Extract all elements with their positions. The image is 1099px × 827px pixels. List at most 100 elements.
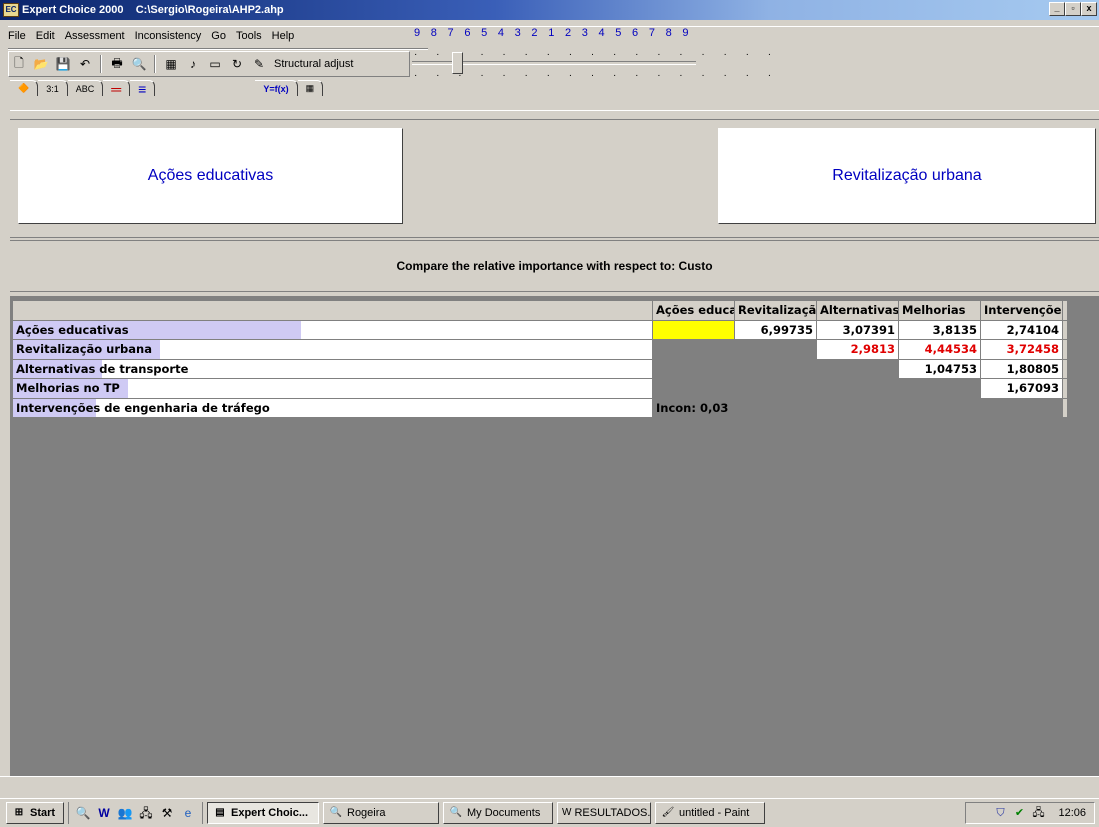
new-file-icon[interactable]: 🗋 — [10, 55, 28, 73]
window-title: Expert Choice 2000 C:\Sergio\Rogeira\AHP… — [22, 4, 284, 16]
taskbar-button-label: Expert Choic... — [231, 807, 309, 819]
matrix-row: Intervenções de engenharia de tráfego Inc… — [12, 397, 1068, 418]
taskbar-button-label: RESULTADOS.... — [574, 807, 651, 819]
taskbar-button-label: Rogeira — [347, 807, 386, 819]
menu-assessment[interactable]: Assessment — [65, 29, 125, 47]
clock[interactable]: 12:06 — [1058, 807, 1086, 819]
matrix-end-col — [1062, 300, 1068, 321]
matrix-cell-empty — [734, 378, 817, 399]
tab-graphical[interactable]: ═ — [103, 80, 131, 97]
save-icon[interactable]: 💾 — [54, 55, 72, 73]
tab-verbal[interactable]: ABC — [67, 80, 104, 96]
taskbar-button-paint[interactable]: 🖌 untitled - Paint — [655, 802, 765, 824]
close-button[interactable]: x — [1081, 2, 1097, 16]
matrix-cell[interactable]: 1,80805 — [980, 358, 1063, 379]
matrix-row-label[interactable]: Intervenções de engenharia de tráfego — [12, 397, 653, 418]
matrix-row-label[interactable]: Revitalização urbana — [12, 339, 653, 360]
window-controls: _ ▫ x — [1049, 2, 1097, 16]
word-icon[interactable]: W — [96, 805, 112, 821]
menu-bar: File Edit Assessment Inconsistency Go To… — [8, 29, 294, 47]
matrix-col-header[interactable]: Revitalização urbana — [734, 300, 817, 321]
comparison-scale: 9 8 7 6 5 4 3 2 1 2 3 4 5 6 7 8 9 — [414, 27, 693, 39]
antivirus-icon[interactable]: ⛉ — [993, 806, 1007, 820]
title-bar[interactable]: EC Expert Choice 2000 C:\Sergio\Rogeira\… — [0, 0, 1099, 20]
menu-file[interactable]: File — [8, 29, 26, 47]
matrix-cell[interactable]: 1,04753 — [898, 358, 981, 379]
matrix-cell[interactable]: 3,72458 — [980, 339, 1063, 360]
matrix-cell[interactable]: 2,74104 — [980, 319, 1063, 340]
comparison-panel: Ações educativas Revitalização urbana — [10, 120, 1099, 238]
left-element-box: Ações educativas — [18, 128, 403, 224]
taskbar-button-label: untitled - Paint — [679, 807, 750, 819]
maximize-button[interactable]: ▫ — [1065, 2, 1081, 16]
network-tray-icon[interactable]: 🖧 — [1031, 806, 1045, 820]
quick-launch: 🔍 W 👥 🖧 ⚒ e — [68, 802, 203, 824]
matrix-cell[interactable]: 1,67093 — [980, 378, 1063, 399]
matrix-row: Melhorias no TP 1,67093 — [12, 378, 1068, 399]
minimize-button[interactable]: _ — [1049, 2, 1065, 16]
network-icon[interactable]: 🖧 — [138, 805, 154, 821]
menu-go[interactable]: Go — [211, 29, 226, 47]
explorer-icon[interactable]: 🔍 — [75, 805, 91, 821]
matrix-cell[interactable]: 3,8135 — [898, 319, 981, 340]
open-folder-icon[interactable]: 📂 — [32, 55, 50, 73]
mode-tabs: 🔶 3:1 ABC ═ ≡ Y=f(x) ▦ — [10, 80, 324, 97]
matrix-cell[interactable]: 4,44534 — [898, 339, 981, 360]
menu-inconsistency[interactable]: Inconsistency — [135, 29, 202, 47]
respect-text: Compare the relative importance with res… — [396, 259, 713, 273]
matrix-col-header[interactable]: Alternativas de transporte — [816, 300, 899, 321]
status-strip — [0, 776, 1099, 790]
right-element-box: Revitalização urbana — [718, 128, 1096, 224]
toolbar: 🗋 📂 💾 ↶ 🖶 🔍 ▦ ♪ ▭ ↻ ✎ Structural adjust — [10, 53, 353, 75]
refresh-icon[interactable]: ↻ — [228, 55, 246, 73]
selected-matrix-cell[interactable] — [652, 319, 735, 340]
matrix-cell-empty — [652, 339, 735, 360]
tab-model-icon[interactable]: 🔶 — [10, 80, 39, 96]
expert-choice-icon: ▤ — [215, 807, 225, 818]
matrix-cell[interactable]: 2,9813 — [816, 339, 899, 360]
model-view-icon: 🔶 — [18, 83, 30, 93]
matrix-row-label[interactable]: Ações educativas — [12, 319, 653, 340]
note-icon[interactable]: ♪ — [184, 55, 202, 73]
word-doc-icon: W — [562, 807, 572, 818]
tab-questionnaire[interactable]: ≡ — [130, 80, 156, 97]
menu-help[interactable]: Help — [272, 29, 295, 47]
taskbar-button-my-documents[interactable]: 🔍 My Documents — [443, 802, 553, 824]
tab-formula[interactable]: Y=f(x) — [255, 80, 298, 96]
start-button[interactable]: ⊞ Start — [6, 802, 64, 824]
matrix-col-header[interactable]: Melhorias — [898, 300, 981, 321]
system-tray: ⛉ ✔ 🖧 12:06 — [965, 802, 1095, 824]
taskbar-button-rogeira[interactable]: 🔍 Rogeira — [323, 802, 439, 824]
structural-adjust-button[interactable]: Structural adjust — [272, 58, 353, 70]
tab-matrix[interactable]: ▦ — [297, 80, 324, 96]
wand-icon[interactable]: ✎ — [250, 55, 268, 73]
matrix-col-header[interactable]: Intervenções — [980, 300, 1063, 321]
check-shield-icon[interactable]: ✔ — [1012, 806, 1026, 820]
taskbar-button-expert-choice[interactable]: ▤ Expert Choic... — [207, 802, 319, 824]
menu-edit[interactable]: Edit — [36, 29, 55, 47]
comment-icon[interactable]: ▭ — [206, 55, 224, 73]
inconsistency-ratio: Incon: 0,03 — [652, 397, 735, 418]
matrix-row-label[interactable]: Alternativas de transporte — [12, 358, 653, 379]
matrix-row: Revitalização urbana 2,9813 4,44534 3,72458 — [12, 339, 1068, 360]
calculator-icon[interactable]: ▦ — [162, 55, 180, 73]
matrix-row-label[interactable]: Melhorias no TP — [12, 378, 653, 399]
matrix-cell[interactable]: 6,99735 — [734, 319, 817, 340]
expert-choice-app-icon[interactable]: EC — [3, 3, 19, 17]
slider-ticks-top: · · · · · · · · · · · · · · · · · — [414, 49, 780, 60]
print-icon[interactable]: 🖶 — [108, 55, 126, 73]
people-icon[interactable]: 👥 — [117, 805, 133, 821]
matrix-cell-empty — [816, 378, 899, 399]
matrix-cell-empty — [898, 397, 981, 418]
matrix-cell-empty — [652, 358, 735, 379]
menu-tools[interactable]: Tools — [236, 29, 262, 47]
matrix-cell[interactable]: 3,07391 — [816, 319, 899, 340]
tab-numerical[interactable]: 3:1 — [38, 80, 68, 96]
internet-explorer-icon[interactable]: e — [180, 805, 196, 821]
undo-icon[interactable]: ↶ — [76, 55, 94, 73]
matrix-col-header[interactable]: Ações educativas — [652, 300, 735, 321]
start-label: Start — [30, 807, 56, 819]
taskbar-button-resultados[interactable]: W RESULTADOS.... — [557, 802, 651, 824]
print-preview-icon[interactable]: 🔍 — [130, 55, 148, 73]
tool-icon[interactable]: ⚒ — [159, 805, 175, 821]
